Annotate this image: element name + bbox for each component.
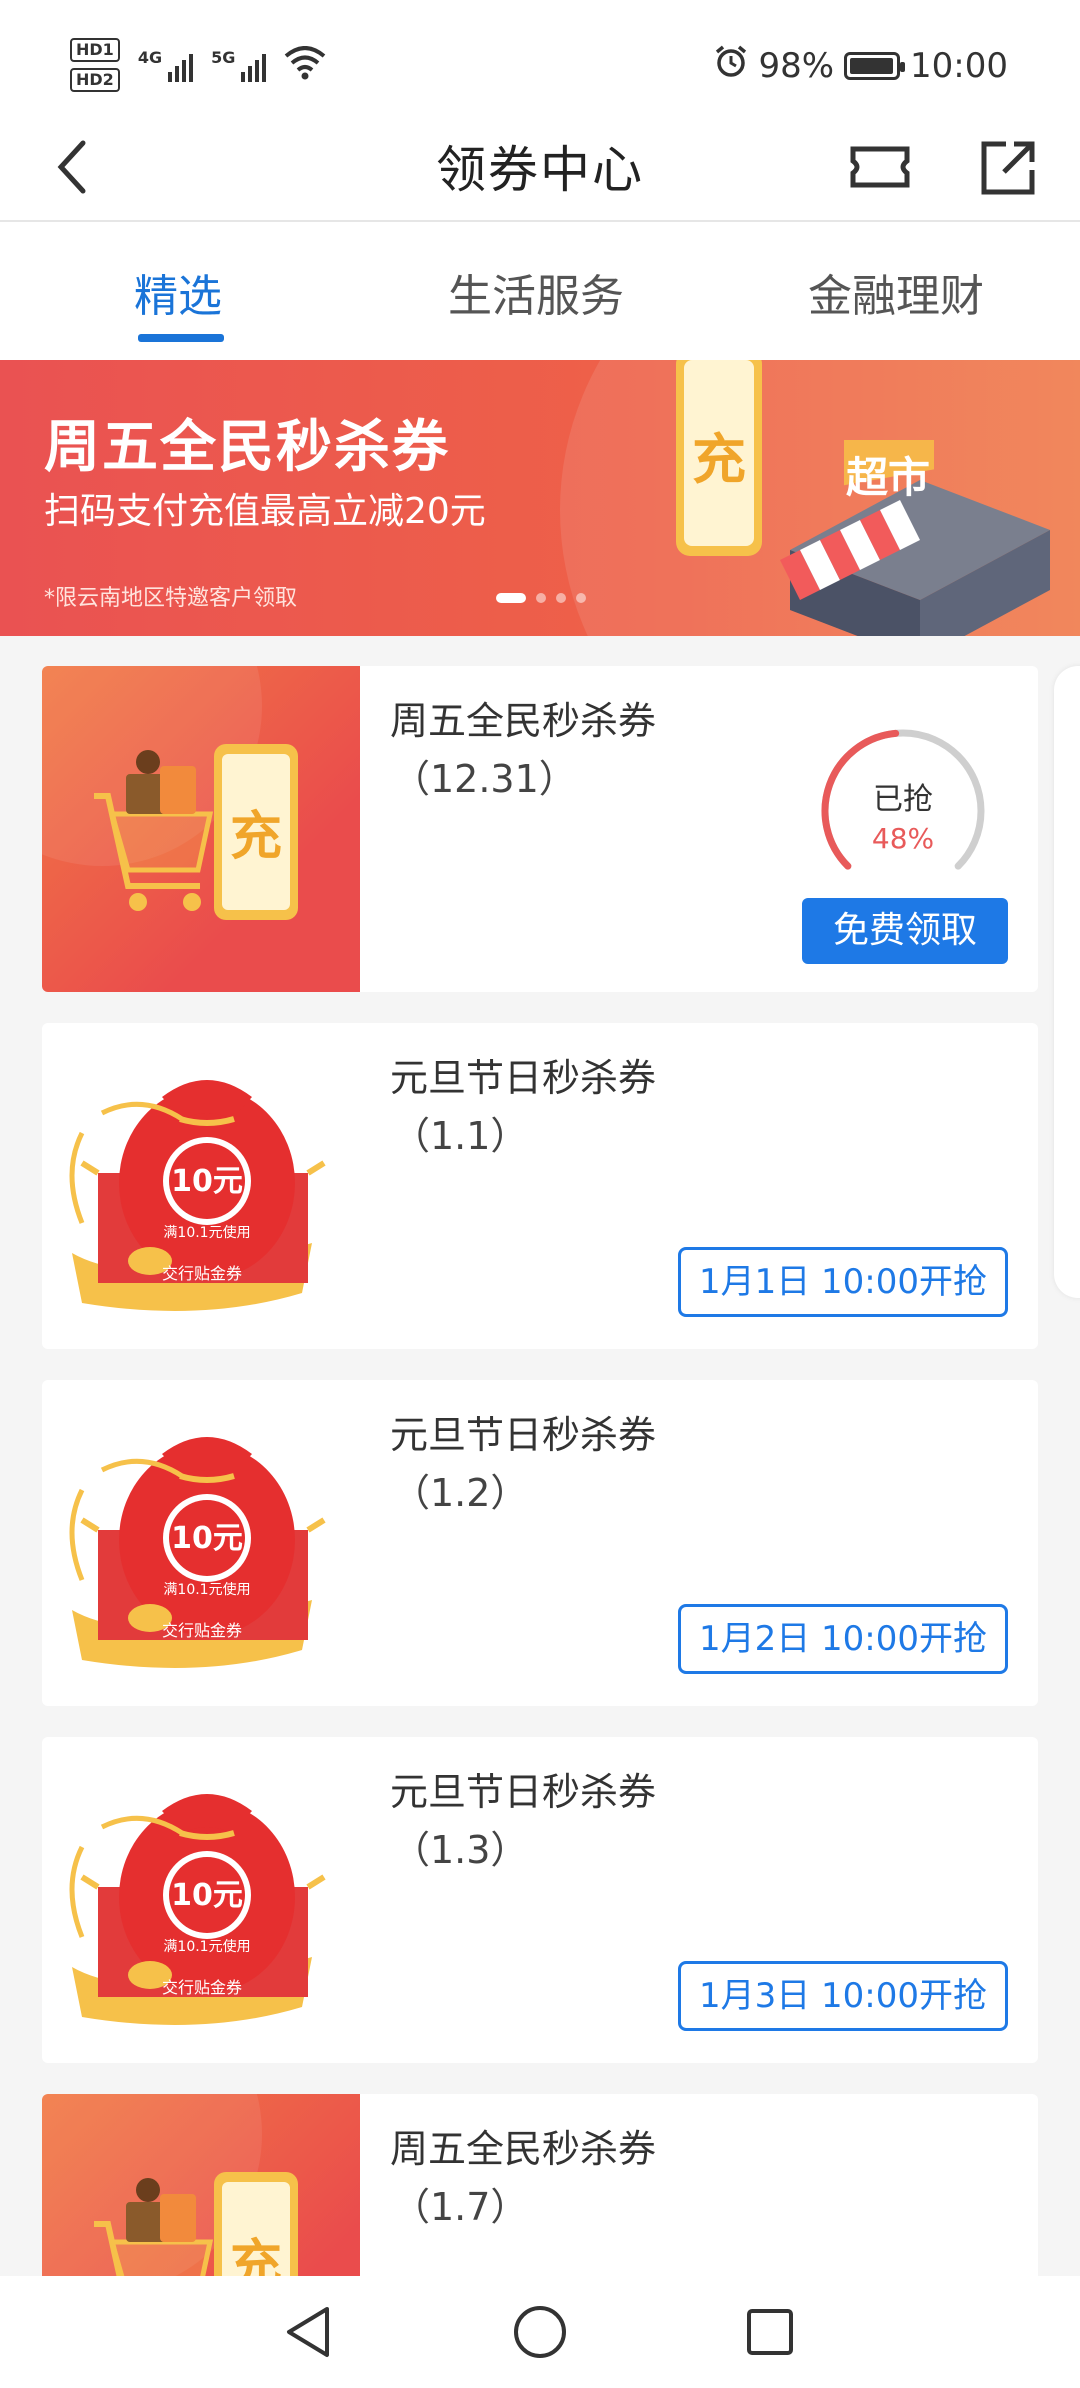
coupon-title: 元旦节日秒杀券 [390, 1056, 657, 1100]
coupon-title: 元旦节日秒杀券 [390, 1770, 657, 1814]
bag-value: 10元 [171, 1164, 243, 1199]
coupon-card[interactable]: 充 周五全民秒杀券 （1.7） [42, 2094, 1038, 2276]
banner-note: *限云南地区特邀客户领取 [44, 586, 298, 611]
circle-home-icon [514, 2306, 566, 2358]
net1-label: 4G [137, 48, 163, 67]
nav-home-button[interactable] [508, 2300, 572, 2364]
tab-life-services[interactable]: 生活服务 [448, 260, 624, 324]
coupon-card[interactable]: 10元 满10.1元使用 交行贴金券 元旦节日秒杀券 （1.2） 1月2日 10… [42, 1380, 1038, 1706]
coupon-image: 10元 满10.1元使用 交行贴金券 [42, 1737, 360, 2063]
claim-progress-ring: 已抢 48% [808, 716, 998, 906]
coupon-date: （1.3） [392, 1828, 529, 1872]
my-coupons-button[interactable] [840, 132, 920, 202]
status-left: HD1 HD2 4G 5G [70, 38, 326, 92]
coupon-card[interactable]: 10元 满10.1元使用 交行贴金券 元旦节日秒杀券 （1.1） 1月1日 10… [42, 1023, 1038, 1349]
coupon-image: 10元 满10.1元使用 交行贴金券 [42, 1023, 360, 1349]
coupon-image: 10元 满10.1元使用 交行贴金券 [42, 1380, 360, 1706]
promo-banner[interactable]: 周五全民秒杀券 扫码支付充值最高立减20元 *限云南地区特邀客户领取 充 超市 [0, 360, 1080, 636]
bag-label: 交行贴金券 [162, 1264, 242, 1283]
side-floating-panel[interactable] [1054, 666, 1080, 1298]
coupon-card[interactable]: 充 周五全民秒杀券 （12.31） 已抢 48% 免费领取 [42, 666, 1038, 992]
scheduled-start-button[interactable]: 1月3日 10:00开抢 [678, 1961, 1008, 2031]
coupon-date: （1.7） [392, 2185, 529, 2229]
triangle-back-icon [287, 2307, 329, 2357]
battery-icon [844, 51, 906, 80]
card1-image-char: 充 [230, 807, 282, 867]
carousel-dots [496, 593, 586, 603]
signal-5g-icon: 5G [211, 48, 267, 82]
category-tabs: 精选 生活服务 金融理财 [0, 222, 1080, 360]
free-claim-button[interactable]: 免费领取 [802, 898, 1008, 964]
coupon-date: （12.31） [392, 757, 577, 801]
tab-active-indicator [138, 334, 224, 342]
coupon-list: 充 周五全民秒杀券 （12.31） 已抢 48% 免费领取 10元 满10.1元… [0, 636, 1080, 2276]
coupon-card[interactable]: 10元 满10.1元使用 交行贴金券 元旦节日秒杀券 （1.3） 1月3日 10… [42, 1737, 1038, 2063]
share-export-icon [981, 141, 1035, 195]
phone-char: 充 [692, 428, 746, 491]
top-app-bar: 领券中心 [0, 110, 1080, 222]
coupon-title: 周五全民秒杀券 [390, 699, 657, 743]
tab-finance[interactable]: 金融理财 [808, 260, 984, 324]
scheduled-start-button[interactable]: 1月1日 10:00开抢 [678, 1247, 1008, 1317]
signal-4g-icon: 4G [137, 48, 194, 82]
alarm-icon [714, 44, 748, 87]
lucky-bag-illustration: 10元 满10.1元使用 交行贴金券 [69, 1437, 326, 1668]
cart-recharge-illustration: 充 [42, 2094, 298, 2276]
coupon-title: 元旦节日秒杀券 [390, 1413, 657, 1457]
system-nav-bar [0, 2276, 1080, 2388]
hd-badges: HD1 HD2 [70, 38, 120, 92]
nav-back-button[interactable] [276, 2300, 340, 2364]
bag-condition: 满10.1元使用 [163, 1224, 250, 1241]
store-sign: 超市 [846, 453, 930, 502]
coupon-title: 周五全民秒杀券 [390, 2127, 657, 2171]
card5-image-char: 充 [230, 2235, 282, 2276]
bag-label: 交行贴金券 [162, 1978, 242, 1997]
bag-label: 交行贴金券 [162, 1621, 242, 1640]
square-recents-icon [747, 2309, 793, 2355]
app-root: HD1 HD2 4G 5G 98% 10:00 领券中心 精选 生活服务 金融理… [0, 0, 1080, 2388]
scheduled-start-button[interactable]: 1月2日 10:00开抢 [678, 1604, 1008, 1674]
coupon-ticket-icon [850, 146, 910, 188]
banner-title: 周五全民秒杀券 [44, 415, 450, 480]
lucky-bag-illustration: 10元 满10.1元使用 交行贴金券 [69, 1080, 326, 1311]
battery-percent: 98% [758, 45, 835, 86]
bag-condition: 满10.1元使用 [163, 1581, 250, 1598]
hd1-badge: HD1 [70, 38, 120, 62]
coupon-image: 充 [42, 666, 360, 992]
bag-value: 10元 [171, 1521, 243, 1556]
coupon-image: 充 [42, 2094, 360, 2276]
share-button[interactable] [970, 130, 1046, 206]
hd2-badge: HD2 [70, 68, 120, 92]
status-right: 98% 10:00 [714, 44, 1008, 87]
tab-featured[interactable]: 精选 [134, 260, 222, 324]
progress-label: 已抢 [873, 782, 933, 817]
banner-subtitle: 扫码支付充值最高立减20元 [44, 491, 486, 532]
progress-value: 48% [871, 822, 935, 855]
clock-time: 10:00 [910, 45, 1008, 86]
lucky-bag-illustration: 10元 满10.1元使用 交行贴金券 [69, 1794, 326, 2025]
store-illustration: 超市 [780, 440, 1050, 636]
nav-recents-button[interactable] [738, 2300, 802, 2364]
phone-recharge-illustration: 充 [676, 360, 762, 556]
cart-recharge-illustration: 充 [42, 666, 298, 920]
bag-value: 10元 [171, 1878, 243, 1913]
coupon-date: （1.1） [392, 1114, 529, 1158]
bag-condition: 满10.1元使用 [163, 1938, 250, 1955]
net2-label: 5G [211, 48, 236, 67]
wifi-icon [284, 45, 326, 85]
coupon-date: （1.2） [392, 1471, 529, 1515]
